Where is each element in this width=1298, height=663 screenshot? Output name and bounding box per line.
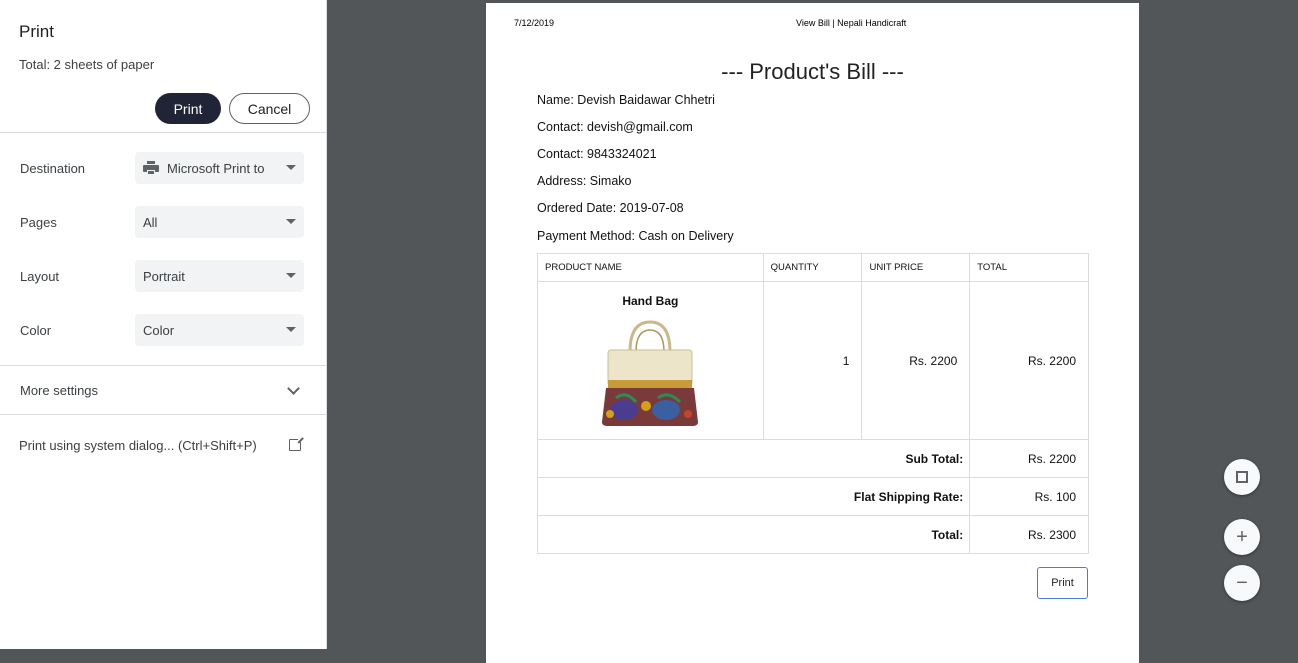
print-preview-page: 7/12/2019 View Bill | Nepali Handicraft …	[486, 3, 1139, 663]
layout-label: Layout	[20, 269, 60, 284]
shipping-row: Flat Shipping Rate: Rs. 100	[536, 477, 1089, 516]
divider	[0, 414, 326, 415]
open-external-icon	[289, 436, 304, 451]
plus-icon: +	[1236, 525, 1248, 548]
subtotal-value: Rs. 2200	[969, 439, 1089, 478]
quantity-cell: 1	[762, 281, 863, 440]
cancel-button[interactable]: Cancel	[229, 93, 310, 124]
total-cell: Rs. 2200	[969, 281, 1089, 440]
product-cell: Hand Bag	[537, 281, 764, 440]
grand-total-label: Total:	[536, 515, 971, 554]
bill-title: --- Product's Bill ---	[721, 59, 904, 84]
grand-total-value: Rs. 2300	[969, 515, 1089, 554]
divider	[0, 132, 326, 133]
chevron-down-icon[interactable]	[287, 382, 300, 395]
pages-value: All	[143, 214, 158, 230]
destination-select[interactable]: Microsoft Print to	[135, 152, 304, 184]
payment-method: Payment Method: Cash on Delivery	[537, 229, 734, 243]
zoom-out-button[interactable]: −	[1224, 565, 1260, 601]
system-dialog-link[interactable]: Print using system dialog... (Ctrl+Shift…	[19, 438, 257, 453]
table-row: Hand Bag 1 Rs. 2200 Rs. 2200	[537, 281, 1089, 440]
table-header-row: PRODUCT NAME QUANTITY UNIT PRICE TOTAL	[537, 253, 1089, 282]
color-select[interactable]: Color	[135, 314, 304, 346]
zoom-in-button[interactable]: +	[1224, 519, 1260, 555]
hand-bag-image	[602, 320, 699, 426]
layout-select[interactable]: Portrait	[135, 260, 304, 292]
pages-select[interactable]: All	[135, 206, 304, 238]
subtotal-label: Sub Total:	[536, 439, 971, 478]
printer-icon	[143, 161, 159, 175]
fit-to-page-button[interactable]	[1224, 459, 1260, 495]
ordered-date: Ordered Date: 2019-07-08	[537, 201, 684, 215]
minus-icon: −	[1236, 571, 1248, 594]
panel-title: Print	[19, 22, 54, 41]
color-label: Color	[20, 323, 52, 338]
customer-phone: Contact: 9843324021	[537, 147, 657, 161]
unit-price-cell: Rs. 2200	[861, 281, 971, 440]
dropdown-arrow-icon	[286, 165, 296, 170]
destination-label: Destination	[20, 161, 86, 176]
header-date: 7/12/2019	[514, 18, 555, 28]
pages-label: Pages	[20, 215, 57, 230]
column-header: TOTAL	[969, 253, 1089, 282]
subtotal-row: Sub Total: Rs. 2200	[536, 439, 1089, 478]
product-name: Hand Bag	[622, 294, 679, 308]
grand-total-row: Total: Rs. 2300	[536, 515, 1089, 554]
destination-value: Microsoft Print to	[167, 160, 265, 176]
bill-table: PRODUCT NAME QUANTITY UNIT PRICE TOTAL H…	[536, 253, 1089, 554]
page-print-button[interactable]: Print	[1037, 567, 1088, 599]
more-settings-toggle[interactable]: More settings	[20, 383, 98, 398]
column-header: UNIT PRICE	[861, 253, 971, 282]
customer-email: Contact: devish@gmail.com	[537, 120, 693, 134]
dropdown-arrow-icon	[286, 219, 296, 224]
customer-name: Name: Devish Baidawar Chhetri	[537, 93, 715, 107]
fit-to-page-icon	[1236, 471, 1248, 483]
dropdown-arrow-icon	[286, 273, 296, 278]
print-button[interactable]: Print	[155, 93, 221, 124]
divider	[0, 365, 326, 366]
customer-address: Address: Simako	[537, 174, 632, 188]
shipping-value: Rs. 100	[969, 477, 1089, 516]
column-header: PRODUCT NAME	[537, 253, 764, 282]
sheet-count: Total: 2 sheets of paper	[19, 57, 155, 72]
dropdown-arrow-icon	[286, 327, 296, 332]
print-settings-panel: Print Total: 2 sheets of paper Print Can…	[0, 0, 327, 649]
color-value: Color	[143, 322, 175, 338]
layout-value: Portrait	[143, 268, 185, 284]
header-title: View Bill | Nepali Handicraft	[796, 18, 907, 28]
column-header: QUANTITY	[762, 253, 863, 282]
shipping-label: Flat Shipping Rate:	[536, 477, 971, 516]
